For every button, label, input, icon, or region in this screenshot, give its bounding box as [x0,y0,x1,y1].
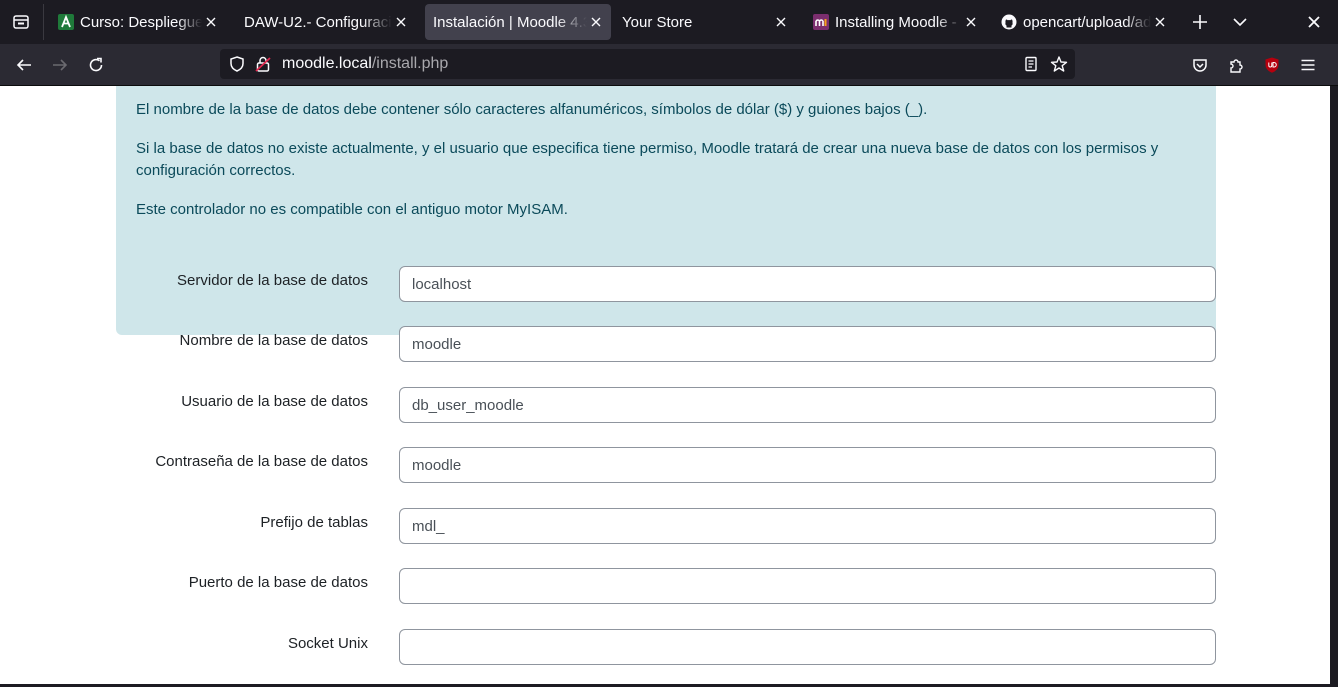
form-row-dbport: Puerto de la base de datos [0,568,1330,606]
extensions-button[interactable] [1223,52,1249,78]
arrow-right-icon [53,59,68,71]
dbuser-input[interactable] [399,387,1216,423]
close-tab-icon[interactable] [1151,13,1169,31]
form-row-dbpass: Contraseña de la base de datos [0,447,1330,485]
puzzle-icon [1230,59,1243,73]
forward-button[interactable] [47,52,73,78]
tab-title: DAW-U2.- Configuración [244,13,392,31]
form-row-dbhost: Servidor de la base de datos [0,266,1330,304]
prefix-label: Prefijo de tablas [260,514,368,531]
page-content: El nombre de la base de datos debe conte… [0,86,1330,684]
hamburger-menu-icon [1301,59,1315,71]
back-button[interactable] [11,52,37,78]
browser-window: Curso: Despliegue de DAW-U2.- Configurac… [0,0,1338,687]
dbsocket-label: Socket Unix [287,635,368,652]
ublock-button[interactable] [1259,52,1285,78]
form-row-dbsocket: Socket Unix [0,629,1330,667]
dbsocket-input[interactable] [399,629,1216,665]
url-host: moodle.local [282,55,372,72]
url-path: /install.php [371,55,449,72]
app-menu-button[interactable] [1295,52,1321,78]
tab-strip: Curso: Despliegue de DAW-U2.- Configurac… [0,0,1338,44]
tab-your-store[interactable]: Your Store [614,4,796,40]
plus-icon [1193,15,1207,29]
chevron-down-icon [1233,18,1247,27]
reader-view-icon[interactable] [1022,55,1040,73]
dbhost-label: Servidor de la base de datos [177,272,368,289]
info-paragraph-create-db: Si la base de datos no existe actualment… [136,140,1159,179]
tab-title: Your Store [622,13,693,31]
form-row-prefix: Prefijo de tablas [0,508,1330,546]
aula-icon [58,14,74,30]
new-tab-button[interactable] [1189,11,1211,33]
arrow-left-icon [16,59,31,71]
tab-title: Installing Moodle - MoodleDocs [835,13,962,31]
info-paragraph-name-rules: El nombre de la base de datos debe conte… [136,101,928,118]
window-close-button[interactable] [1303,11,1325,33]
close-tab-icon[interactable] [772,13,790,31]
tab-title: opencart/upload/admin [1023,13,1151,31]
close-tab-icon[interactable] [202,13,220,31]
tab-moodle-install[interactable]: Instalación | Moodle 4.3 [425,4,611,40]
github-icon [1001,14,1017,30]
tab-curso[interactable]: Curso: Despliegue de [48,4,226,40]
pocket-button[interactable] [1187,52,1213,78]
close-tab-icon[interactable] [587,13,605,31]
dbname-input[interactable] [399,326,1216,362]
dbhost-input[interactable] [399,266,1216,302]
dbport-input[interactable] [399,568,1216,604]
tab-daw[interactable]: DAW-U2.- Configuración [236,4,416,40]
dbpass-label: Contraseña de la base de datos [155,453,368,470]
tab-moodle-docs[interactable]: Installing Moodle - MoodleDocs [803,4,986,40]
window-right-edge [1330,86,1338,687]
list-all-tabs-button[interactable] [1229,11,1251,33]
tab-title: Instalación | Moodle 4.3 [433,13,587,31]
dbpass-input[interactable] [399,447,1216,483]
form-row-dbuser: Usuario de la base de datos [0,387,1330,425]
address-bar[interactable]: moodle.local/install.php [220,49,1075,79]
moodle-icon [813,14,829,30]
prefix-input[interactable] [399,508,1216,544]
close-tab-icon[interactable] [962,13,980,31]
firefox-view-icon [13,15,29,29]
pocket-icon [1193,59,1207,72]
reload-icon [89,57,103,72]
reload-button[interactable] [83,52,109,78]
close-tab-icon[interactable] [392,13,410,31]
tab-title: Curso: Despliegue de [80,13,202,31]
dbuser-label: Usuario de la base de datos [181,393,368,410]
tab-github-opencart[interactable]: opencart/upload/admin [991,4,1175,40]
dbname-label: Nombre de la base de datos [179,332,368,349]
insecure-lock-icon[interactable] [254,55,272,73]
dbport-label: Puerto de la base de datos [188,574,368,591]
close-icon [1308,16,1320,28]
url-text[interactable]: moodle.local/install.php [282,55,448,73]
info-paragraph-myisam: Este controlador no es compatible con el… [136,201,568,218]
bookmark-star-icon[interactable] [1050,55,1068,73]
form-row-dbname: Nombre de la base de datos [0,326,1330,364]
tab-separator [43,4,44,40]
shield-icon[interactable] [228,55,246,73]
firefox-view-button[interactable] [8,9,34,35]
ublock-origin-icon [1265,57,1279,73]
navigation-toolbar: moodle.local/install.php [0,44,1338,86]
